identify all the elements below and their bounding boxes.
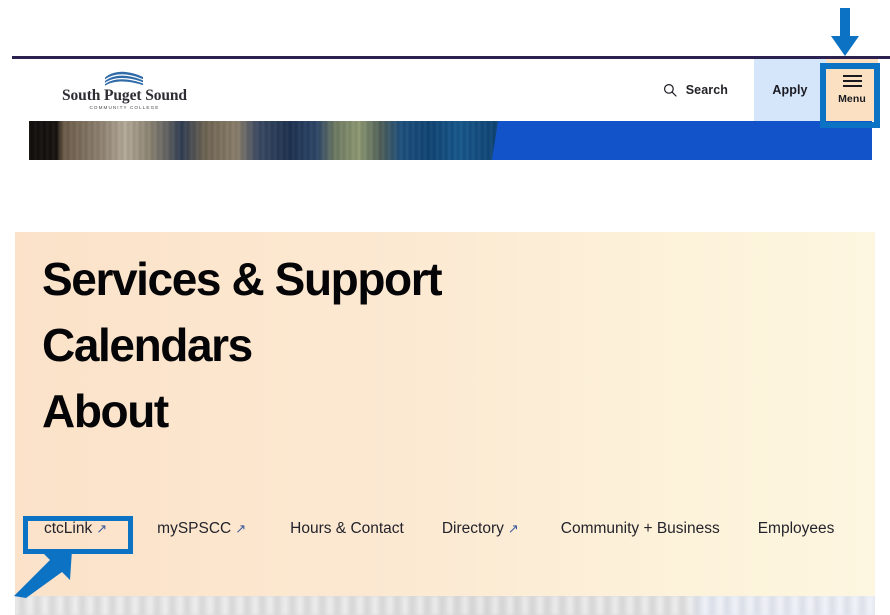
wave-logo-icon xyxy=(105,71,144,86)
utility-link-directory[interactable]: Directory ↗ xyxy=(442,520,519,538)
utility-link-ctclink[interactable]: ctcLink ↗ xyxy=(44,520,107,538)
utility-link-directory-label: Directory xyxy=(441,520,504,537)
menu-item-services-support[interactable]: Services & Support xyxy=(42,246,865,312)
logo-subtitle: COMMUNITY COLLEGE xyxy=(89,104,160,110)
search-label: Search xyxy=(685,83,728,97)
apply-button[interactable]: Apply xyxy=(754,59,826,121)
utility-link-hours-contact[interactable]: Hours & Contact xyxy=(290,520,404,538)
utility-link-community-business[interactable]: Community + Business xyxy=(561,520,720,538)
utility-link-community-business-label: Community + Business xyxy=(560,520,720,537)
apply-label: Apply xyxy=(772,83,808,97)
utility-link-ctclink-label: ctcLink xyxy=(44,520,93,537)
menu-item-about[interactable]: About xyxy=(42,378,865,444)
search-icon xyxy=(663,83,677,97)
hamburger-icon xyxy=(842,75,862,87)
menu-label: Menu xyxy=(838,93,866,105)
utility-link-myspscc[interactable]: mySPSCC ↗ xyxy=(157,520,246,538)
hero-banner xyxy=(29,121,872,160)
page-root: South Puget Sound COMMUNITY COLLEGE Sear… xyxy=(0,0,890,615)
external-link-icon: ↗ xyxy=(507,521,519,536)
menu-item-calendars[interactable]: Calendars xyxy=(42,312,865,378)
utility-link-employees[interactable]: Employees xyxy=(758,520,835,538)
external-link-icon: ↗ xyxy=(235,521,247,536)
search-button[interactable]: Search xyxy=(636,59,754,121)
annotation-arrow-down-icon xyxy=(831,8,859,56)
primary-menu-list: Services & Support Calendars About xyxy=(42,246,865,445)
header-spacer xyxy=(187,59,637,121)
external-link-icon: ↗ xyxy=(96,521,108,536)
site-logo[interactable]: South Puget Sound COMMUNITY COLLEGE xyxy=(62,59,187,121)
menu-button[interactable]: Menu xyxy=(826,59,878,121)
hero-accent-block xyxy=(501,121,872,160)
menu-overlay-panel: Services & Support Calendars About ctcLi… xyxy=(15,232,875,596)
utility-link-employees-label: Employees xyxy=(757,520,835,537)
site-header: South Puget Sound COMMUNITY COLLEGE Sear… xyxy=(12,59,878,121)
utility-link-hours-contact-label: Hours & Contact xyxy=(290,520,404,537)
hero-photo xyxy=(29,121,501,160)
utility-links-row: ctcLink ↗ mySPSCC ↗ Hours & Contact Dire… xyxy=(44,520,867,538)
page-content-below-fold xyxy=(15,596,875,615)
logo-name: South Puget Sound xyxy=(62,86,187,104)
utility-link-myspscc-label: mySPSCC xyxy=(157,520,232,537)
